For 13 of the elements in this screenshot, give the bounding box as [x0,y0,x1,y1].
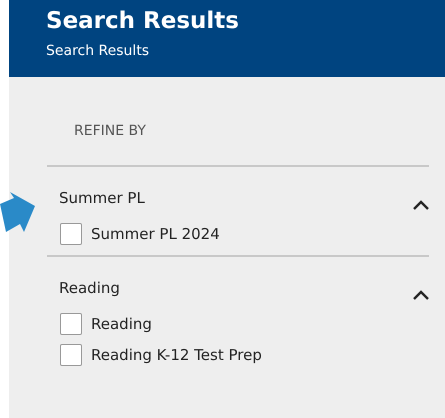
option-label: Reading [91,315,152,333]
checkbox[interactable] [60,344,82,366]
checkbox[interactable] [60,313,82,335]
page-title: Search Results [46,7,240,36]
option-label: Summer PL 2024 [91,225,220,243]
filter-group-title: Reading [58,279,120,297]
chevron-icon[interactable] [413,290,429,300]
checkbox[interactable] [60,223,82,245]
refine-label: REFINE BY [73,122,147,141]
chevron-icon[interactable] [413,200,429,210]
option-label: Reading K-12 Test Prep [91,346,262,364]
filter-group-title: Summer PL [58,189,145,207]
page-subtitle: Search Results [46,42,150,61]
